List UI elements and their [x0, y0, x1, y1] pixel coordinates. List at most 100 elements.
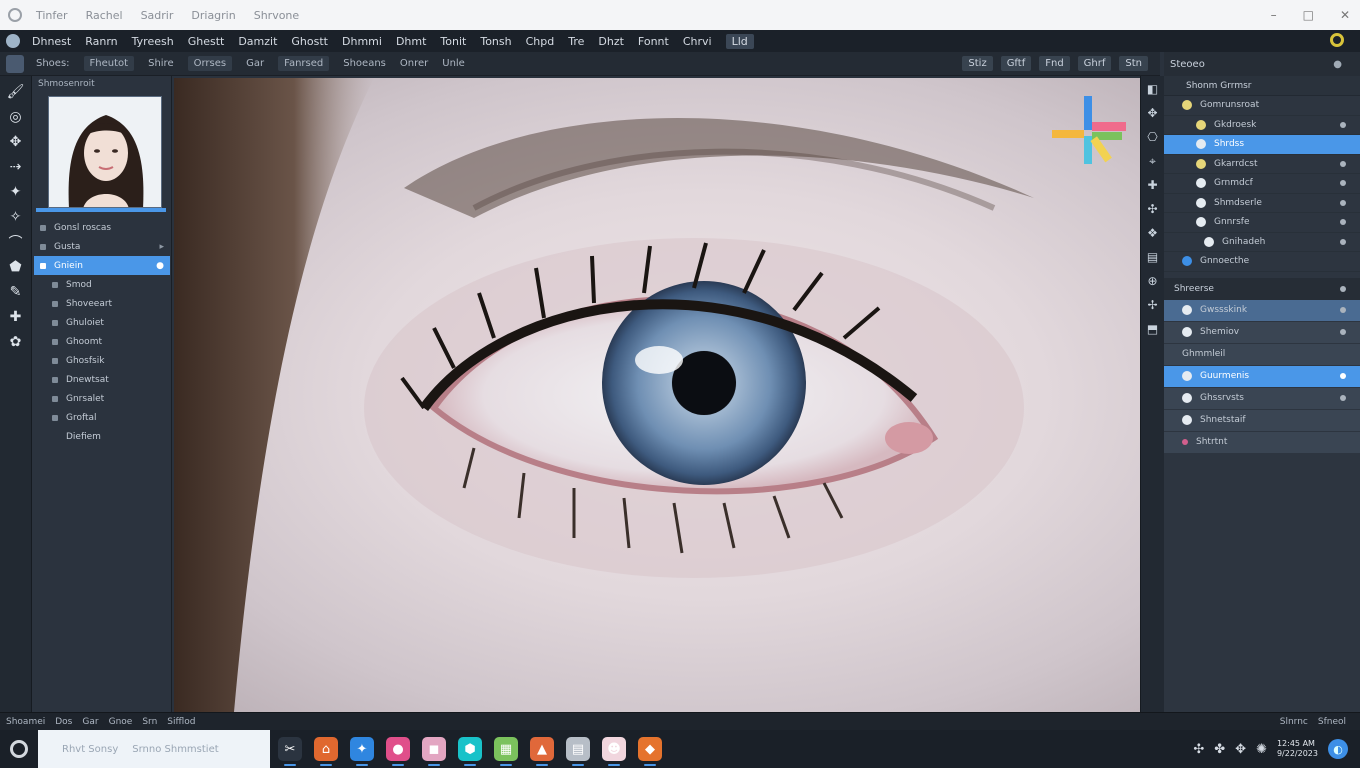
taskbar-search-input[interactable]: Rhvt Sonsy Srnno Shmmstiet [38, 730, 270, 768]
menu-item[interactable]: Fonnt [638, 35, 669, 48]
layer-row[interactable]: Gkdroesk [1164, 116, 1360, 135]
heal-tool-icon[interactable]: ✚ [5, 307, 27, 327]
menu-item[interactable]: Tonsh [480, 35, 511, 48]
face-app-icon[interactable]: ☻ [602, 737, 626, 766]
visibility-dot-icon[interactable] [1340, 160, 1346, 167]
menu-item[interactable]: Chrvi [683, 35, 712, 48]
list-item[interactable]: Gnrsalet [34, 389, 170, 408]
adjustment-row-selected[interactable]: Guurmenis [1164, 365, 1360, 388]
move-tool-icon[interactable]: ✥ [5, 132, 27, 152]
adjustment-row[interactable]: Ghssrvsts [1164, 387, 1360, 410]
circle-app-icon[interactable]: ● [386, 737, 410, 766]
portrait-thumbnail[interactable] [48, 96, 162, 208]
visibility-dot-icon[interactable]: ● [156, 261, 164, 271]
properties-panel-icon[interactable]: ▤ [1145, 248, 1161, 266]
menu-item[interactable]: Tre [568, 35, 584, 48]
menu-item[interactable]: Tonit [440, 35, 466, 48]
title-menu-item[interactable]: Driagrin [191, 9, 235, 22]
tray-battery-icon[interactable]: ✥ [1235, 742, 1246, 757]
option-label[interactable]: Gar [246, 58, 264, 69]
expand-arrow-icon[interactable]: ▸ [159, 242, 164, 252]
list-item[interactable]: Diefiem [34, 427, 170, 446]
start-button-icon[interactable] [10, 740, 28, 758]
list-item[interactable]: Ghoomt [34, 332, 170, 351]
layer-row[interactable]: Gkarrdcst [1164, 155, 1360, 174]
color-wheel-icon[interactable] [1048, 92, 1128, 172]
list-item[interactable]: Dnewtsat [34, 370, 170, 389]
shape-tool-icon[interactable]: ⬟ [5, 257, 27, 277]
scissors-app-icon[interactable]: ✂ [278, 737, 302, 766]
option-label[interactable]: Onrer [400, 58, 428, 69]
menu-item[interactable]: Ghostt [291, 35, 328, 48]
option-field[interactable]: Fheutot [83, 56, 135, 71]
option-label[interactable]: Unle [442, 58, 465, 69]
option-label[interactable]: Shoeans [343, 58, 386, 69]
panel-close-icon[interactable]: ● [1333, 59, 1342, 70]
visibility-dot-icon[interactable] [1340, 395, 1346, 401]
status-item[interactable]: Sifflod [167, 717, 195, 727]
status-item[interactable]: Slnrnc [1280, 717, 1308, 727]
status-item[interactable]: Shoamei [6, 717, 45, 727]
option-button[interactable]: Gftf [1000, 56, 1032, 71]
option-button[interactable]: Stiz [962, 56, 993, 71]
menu-item[interactable]: Ghestt [188, 35, 225, 48]
option-field[interactable]: Fanrsed [278, 56, 330, 71]
visibility-dot-icon[interactable] [1340, 307, 1346, 313]
layer-row-selected[interactable]: Shrdss [1164, 135, 1360, 155]
layer-row[interactable]: Gnnrsfe [1164, 213, 1360, 233]
option-button[interactable]: Stn [1119, 56, 1148, 71]
layer-row[interactable]: Gnihadeh [1164, 233, 1360, 252]
arrow-tool-icon[interactable]: ⇢ [5, 157, 27, 177]
adjustments-panel-icon[interactable]: ⎔ [1145, 128, 1161, 146]
status-item[interactable]: Gar [82, 717, 98, 727]
pen-tool-icon[interactable]: ✎ [5, 282, 27, 302]
navigator-panel-icon[interactable]: ⊕ [1145, 272, 1161, 290]
visibility-dot-icon[interactable] [1340, 238, 1346, 245]
list-item[interactable]: Groftal [34, 408, 170, 427]
document-app-icon[interactable]: ▤ [566, 737, 590, 766]
image-canvas[interactable] [174, 78, 1140, 712]
menu-item[interactable]: Ranrn [85, 35, 117, 48]
transform-panel-icon[interactable]: ✣ [1145, 200, 1161, 218]
search-suggestion[interactable]: Srnno Shmmstiet [132, 744, 218, 755]
list-item[interactable]: Ghuloiet [34, 313, 170, 332]
menu-item[interactable]: Dhzt [598, 35, 624, 48]
section-menu-dot-icon[interactable] [1340, 285, 1346, 292]
styles-panel-icon[interactable]: ❖ [1145, 224, 1161, 242]
list-item[interactable]: Gonsl roscas [34, 218, 170, 237]
lasso-tool-icon[interactable]: ◎ [5, 107, 27, 127]
visibility-dot-icon[interactable] [1340, 219, 1346, 226]
visibility-dot-icon[interactable] [1340, 180, 1346, 187]
adjustment-row[interactable]: Shemiov [1164, 321, 1360, 344]
title-menu-item[interactable]: Tinfer [36, 9, 68, 22]
app-menu-icon[interactable] [6, 34, 20, 48]
brushes-panel-icon[interactable]: ✢ [1145, 296, 1161, 314]
status-item[interactable]: Sfneol [1318, 717, 1346, 727]
list-item[interactable]: Ghosfsik [34, 351, 170, 370]
menu-item-active[interactable]: Lld [725, 33, 754, 49]
visibility-dot-icon[interactable] [1340, 121, 1346, 128]
list-item[interactable]: Gusta ▸ [34, 237, 170, 256]
tray-volume-icon[interactable]: ✤ [1214, 742, 1225, 757]
menu-item[interactable]: Tyreesh [132, 35, 174, 48]
sparkle-tool-icon[interactable]: ✦ [5, 182, 27, 202]
close-button[interactable]: ✕ [1340, 8, 1350, 22]
move-panel-icon[interactable]: ✥ [1145, 104, 1161, 122]
channels-panel-icon[interactable]: ⬒ [1145, 320, 1161, 338]
title-menu-item[interactable]: Rachel [86, 9, 123, 22]
layers-panel-icon[interactable]: ◧ [1145, 80, 1161, 98]
grid-app-icon[interactable]: ▦ [494, 737, 518, 766]
current-tool-icon[interactable] [6, 54, 24, 73]
star-app-icon[interactable]: ✦ [350, 737, 374, 766]
settings-gear-icon[interactable] [1330, 33, 1344, 47]
adjustment-row[interactable]: Shnetstaif [1164, 409, 1360, 432]
menu-item[interactable]: Dhmt [396, 35, 426, 48]
option-button[interactable]: Fnd [1039, 56, 1070, 71]
status-item[interactable]: Srn [142, 717, 157, 727]
layer-row[interactable]: Gnnoecthe [1164, 252, 1360, 272]
square-app-icon[interactable]: ◼ [422, 737, 446, 766]
layer-row[interactable]: Shmdserle [1164, 194, 1360, 213]
visibility-dot-icon[interactable] [1340, 373, 1346, 379]
menu-item[interactable]: Chpd [526, 35, 555, 48]
layer-row[interactable]: Gomrunsroat [1164, 96, 1360, 116]
